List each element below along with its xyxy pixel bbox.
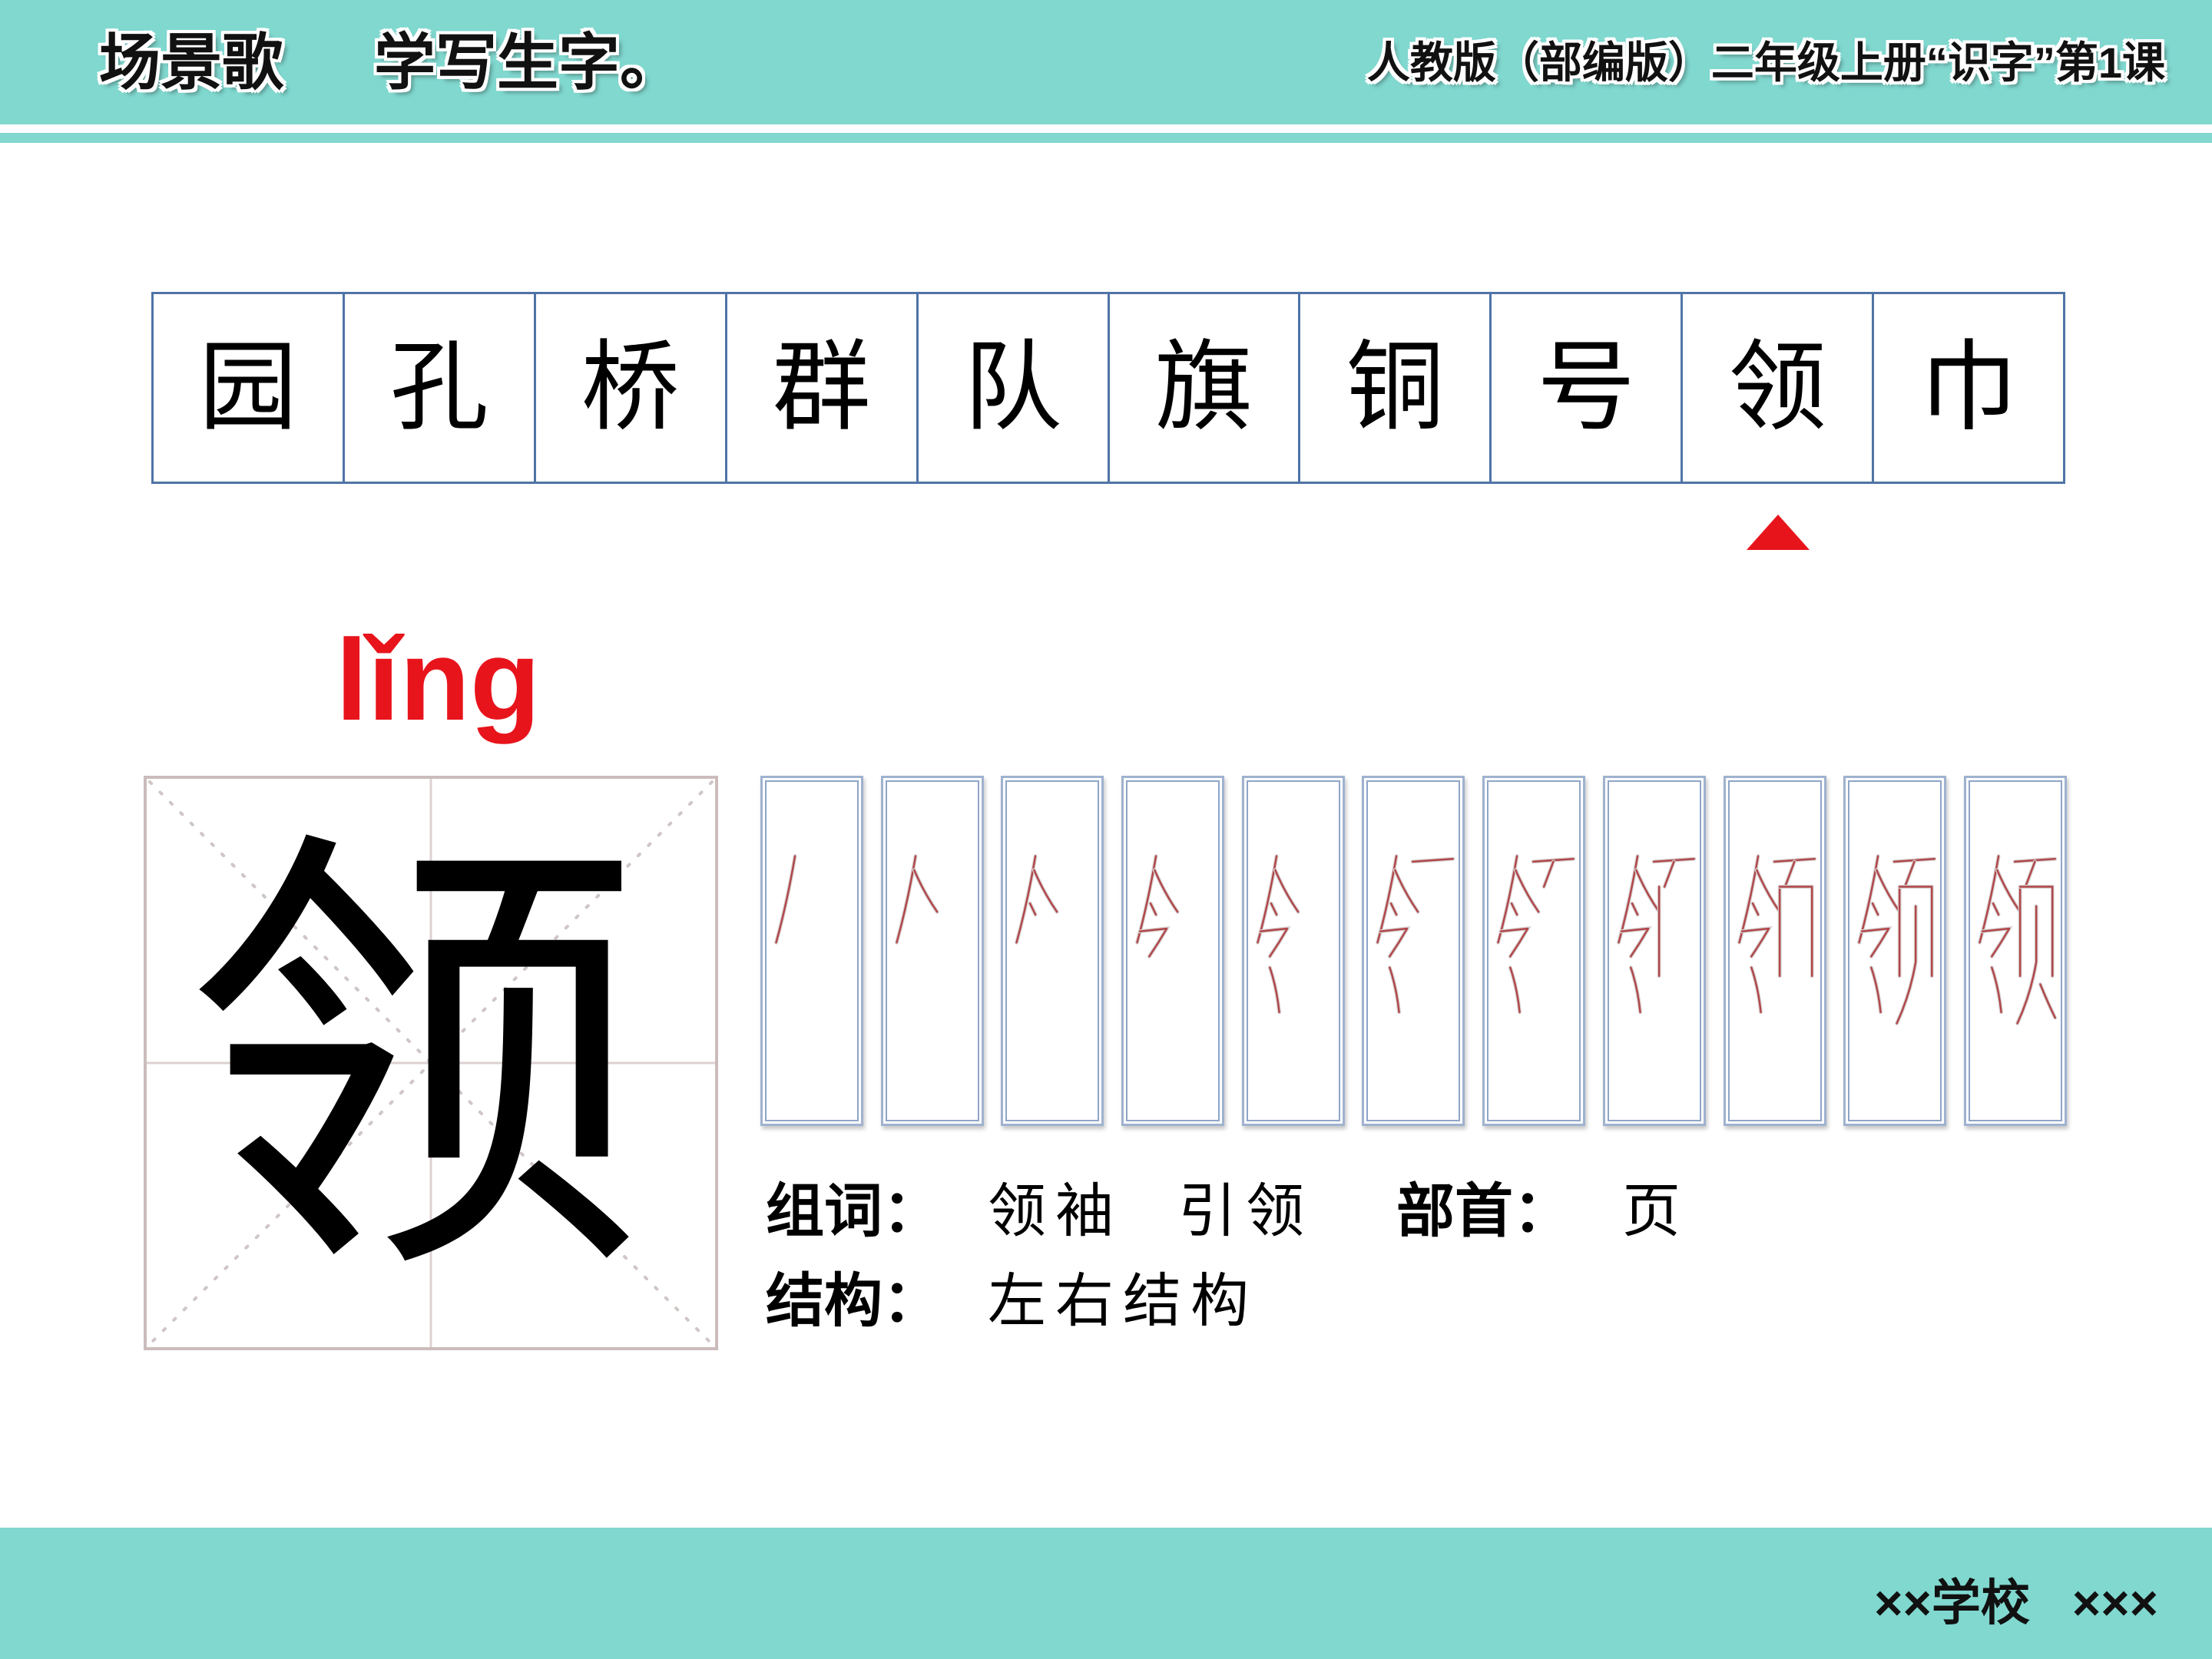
stroke xyxy=(1663,860,1675,888)
example-word: 领袖 xyxy=(988,1177,1123,1245)
stroke-step-drawing xyxy=(1737,854,1816,1015)
lesson-info: 人教版（部编版）二年级上册“识字”第1课 xyxy=(1366,38,2165,87)
stroke-outline xyxy=(1619,926,1652,959)
radical-label: 部首： xyxy=(1396,1177,1571,1245)
structure-label: 结构： xyxy=(766,1267,941,1335)
school-name: ××学校 xyxy=(1874,1575,2030,1631)
stroke-order-panel xyxy=(760,776,2067,1126)
character-cell[interactable]: 孔 xyxy=(345,294,536,482)
triangle-up-icon xyxy=(1747,515,1810,550)
stroke-step xyxy=(880,776,984,1126)
character-cell[interactable]: 领 xyxy=(1683,294,1875,482)
stroke-step-drawing xyxy=(1496,854,1576,1015)
stroke-step-drawing xyxy=(1857,854,1937,1025)
slide-subtitle: 学写生字。 xyxy=(374,28,681,97)
stroke-outline xyxy=(1137,926,1171,959)
stroke xyxy=(1783,860,1796,888)
stroke xyxy=(2039,983,2056,1019)
stroke-step-drawing xyxy=(1015,854,1059,945)
stroke-step-drawing xyxy=(1977,854,2058,1025)
stroke xyxy=(1904,860,1916,888)
tianzige-grid: 领 xyxy=(144,776,718,1350)
stroke xyxy=(2024,860,2036,888)
stroke-step xyxy=(1963,776,2067,1126)
stroke-step-drawing xyxy=(1135,854,1180,959)
stroke-outline xyxy=(1379,926,1412,959)
radical-value: 页 xyxy=(1622,1177,1690,1245)
stroke-step xyxy=(1843,776,1947,1126)
stroke-outline xyxy=(1859,926,1892,959)
stroke-step-drawing xyxy=(1376,854,1455,1015)
featured-character: 领 xyxy=(184,794,644,1331)
character-row: 园 孔 桥 群 队 旗 铜 号 领 巾 xyxy=(151,292,2065,484)
stroke-outline xyxy=(1980,926,2013,959)
stroke-step-drawing xyxy=(1616,854,1696,1015)
character-cell[interactable]: 巾 xyxy=(1874,294,2063,482)
footer-credits: ××学校 ××× xyxy=(1874,1572,2158,1634)
header-divider xyxy=(0,133,2212,143)
slide-title: 场景歌 xyxy=(99,28,283,97)
character-cell[interactable]: 园 xyxy=(154,294,345,482)
stroke-step xyxy=(760,776,863,1126)
pinyin-label: lǐng xyxy=(336,615,541,744)
stroke xyxy=(1543,860,1555,888)
stroke-outline xyxy=(1740,926,1773,959)
teacher-name: ××× xyxy=(2071,1575,2158,1631)
structure-value: 左右结构 xyxy=(988,1267,1258,1335)
stroke-step xyxy=(1482,776,1586,1126)
stroke-outline xyxy=(1777,884,1814,979)
stroke-step-drawing xyxy=(774,854,797,945)
character-cell[interactable]: 号 xyxy=(1492,294,1684,482)
character-cell[interactable]: 桥 xyxy=(536,294,727,482)
stroke-step xyxy=(1723,776,1826,1126)
character-cell[interactable]: 旗 xyxy=(1110,294,1301,482)
stroke-step xyxy=(1241,776,1345,1126)
words-label: 组词： xyxy=(766,1177,941,1245)
stroke-step xyxy=(1001,776,1104,1126)
stroke-step xyxy=(1362,776,1465,1126)
example-word: 引领 xyxy=(1178,1177,1313,1245)
character-cell[interactable]: 队 xyxy=(919,294,1110,482)
stroke-step-drawing xyxy=(1255,854,1300,1015)
stroke xyxy=(1778,886,1813,977)
stroke-step-drawing xyxy=(894,854,939,945)
stroke-step xyxy=(1121,776,1225,1126)
stroke-outline xyxy=(1258,926,1291,959)
stroke-step xyxy=(1602,776,1706,1126)
character-cell[interactable]: 铜 xyxy=(1300,294,1492,482)
stroke-outline xyxy=(1498,926,1532,959)
character-cell[interactable]: 群 xyxy=(727,294,919,482)
